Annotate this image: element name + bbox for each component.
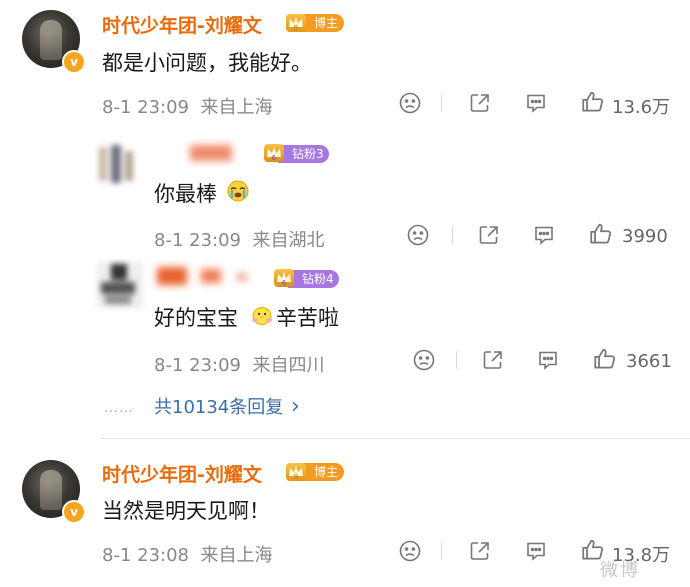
reply-text: 好的宝宝: [154, 306, 238, 330]
comment-icon[interactable]: [532, 223, 556, 247]
crown-badge-icon: 9: [286, 463, 306, 481]
like-icon[interactable]: [580, 89, 606, 115]
comment-icon[interactable]: [536, 348, 560, 372]
sad-face-icon[interactable]: [398, 91, 422, 115]
more-dots: ……: [104, 400, 134, 416]
svg-text:9: 9: [294, 24, 298, 32]
sad-face-icon[interactable]: [398, 539, 422, 563]
crown-badge-icon: 6: [274, 269, 294, 287]
crown-badge-icon: 6: [264, 144, 284, 162]
comment-meta: 8-1 23:09 来自上海: [102, 97, 273, 118]
reply-username[interactable]: [190, 145, 232, 161]
like-count: 13.6万: [612, 97, 671, 118]
author-name[interactable]: 时代少年团-刘耀文: [102, 11, 262, 38]
reply-username[interactable]: [157, 267, 275, 285]
share-icon[interactable]: [468, 91, 492, 115]
comment-text: 当然是明天见啊！: [102, 499, 270, 523]
fan-level-tag: 钻粉4: [288, 270, 339, 288]
crown-badge-icon: 9: [286, 14, 306, 32]
watermark: 微博: [600, 560, 640, 581]
thread-divider: [100, 438, 690, 439]
like-count: 3661: [626, 351, 672, 372]
like-count: 3990: [622, 226, 668, 247]
svg-text:6: 6: [282, 279, 287, 287]
comment-text: 都是小问题，我能好。: [102, 51, 312, 75]
reply-text-cont: 辛苦啦: [276, 306, 339, 330]
comment-icon[interactable]: [524, 91, 548, 115]
chevron-right-icon: ›: [291, 394, 300, 419]
crying-face-emoji: [226, 179, 250, 207]
divider: [452, 226, 453, 244]
sad-face-icon[interactable]: [406, 223, 430, 247]
share-icon[interactable]: [481, 348, 505, 372]
divider: [441, 94, 442, 112]
comment-meta: 8-1 23:08 来自上海: [102, 545, 273, 566]
like-icon[interactable]: [588, 221, 614, 247]
comment-icon[interactable]: [524, 539, 548, 563]
reply-meta: 8-1 23:09 来自湖北: [154, 230, 325, 251]
author-name[interactable]: 时代少年团-刘耀文: [102, 460, 262, 487]
verified-v-icon: v: [62, 50, 86, 74]
svg-text:9: 9: [294, 473, 298, 481]
share-icon[interactable]: [468, 539, 492, 563]
reply-avatar[interactable]: [97, 143, 143, 189]
blogger-tag: 博主: [300, 463, 345, 481]
sad-face-icon[interactable]: [412, 348, 436, 372]
divider: [456, 351, 457, 369]
reply-meta: 8-1 23:09 来自四川: [154, 355, 325, 376]
blogger-tag: 博主: [300, 14, 345, 32]
hugging-chick-emoji: [250, 303, 274, 331]
divider: [441, 542, 442, 560]
like-icon[interactable]: [592, 346, 618, 372]
verified-v-icon: v: [62, 500, 86, 524]
view-all-replies-link[interactable]: 共10134条回复 ›: [154, 393, 300, 419]
fan-level-tag: 钻粉3: [278, 145, 329, 163]
reply-avatar[interactable]: [97, 262, 143, 308]
share-icon[interactable]: [477, 223, 501, 247]
svg-text:6: 6: [272, 154, 277, 162]
reply-text: 你最棒: [154, 182, 217, 206]
